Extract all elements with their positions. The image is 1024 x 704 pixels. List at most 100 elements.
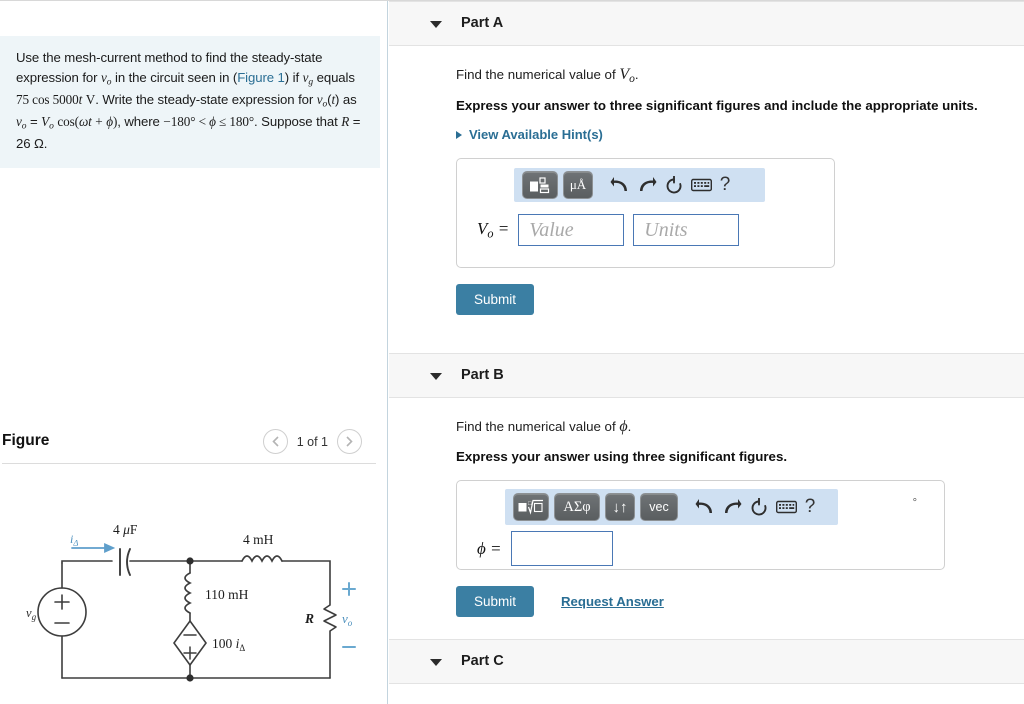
part-a-header[interactable]: Part A xyxy=(389,1,1024,46)
keyboard-button[interactable] xyxy=(690,177,712,193)
help-button[interactable]: ? xyxy=(802,496,818,518)
node-dot-top xyxy=(186,557,194,565)
undo-button[interactable] xyxy=(694,496,716,518)
help-button[interactable]: ? xyxy=(717,174,733,196)
degree-unit-label: ° xyxy=(912,497,917,510)
reset-button[interactable] xyxy=(663,174,685,196)
undo-icon xyxy=(695,499,712,514)
caret-down-icon xyxy=(430,373,442,381)
help-icon: ? xyxy=(719,174,731,196)
problem-statement-box: Use the mesh-current method to find the … xyxy=(0,36,380,169)
math-template-button[interactable]: □ xyxy=(513,493,549,522)
part-a-answer-label: Vo = xyxy=(477,219,510,241)
part-a-spacer xyxy=(456,315,1024,353)
part-a-hint-label: View Available Hint(s) xyxy=(469,127,603,143)
reset-button[interactable] xyxy=(748,496,770,518)
keyboard-icon xyxy=(775,501,797,514)
chevron-right-icon xyxy=(346,436,353,447)
label-vo: vo xyxy=(342,611,353,628)
part-a-units-placeholder: Units xyxy=(644,218,688,241)
part-b-submit-button[interactable]: Submit xyxy=(456,586,535,618)
chevron-left-icon xyxy=(272,436,279,447)
part-b-spacer xyxy=(456,617,1024,639)
figure-1-link[interactable]: Figure 1 xyxy=(237,70,285,85)
part-a-value-input[interactable]: Value xyxy=(518,214,625,247)
reset-icon xyxy=(751,497,767,516)
vector-icon: vec xyxy=(649,500,669,515)
redo-button[interactable] xyxy=(636,174,658,196)
part-a-question: Find the numerical value of Vo. xyxy=(456,66,639,86)
part-b-question-var: ϕ xyxy=(619,418,628,436)
part-b-body: Find the numerical value of ϕ. Express y… xyxy=(389,398,1024,639)
part-a-instruction: Express your answer to three significant… xyxy=(456,98,978,114)
part-a-question-prefix: Find the numerical value of xyxy=(456,67,620,82)
reset-icon xyxy=(666,175,682,194)
label-resistor: R xyxy=(304,611,314,626)
undo-button[interactable] xyxy=(609,174,631,196)
greek-icon: ΑΣφ xyxy=(563,498,591,515)
caret-down-icon xyxy=(430,659,442,667)
part-b-question-prefix: Find the numerical value of xyxy=(456,419,620,435)
arrows-button[interactable]: ↓↑ xyxy=(605,493,635,522)
figure-next-button[interactable] xyxy=(337,429,362,454)
part-a-submit-button[interactable]: Submit xyxy=(456,284,535,316)
figure-title: Figure xyxy=(2,432,50,449)
redo-icon xyxy=(640,177,657,192)
keyboard-button[interactable] xyxy=(775,499,797,515)
part-b-header[interactable]: Part B xyxy=(389,353,1024,399)
part-a-value-placeholder: Value xyxy=(529,218,574,241)
label-series-inductor: 4 mH xyxy=(243,532,274,547)
part-a-body: Find the numerical value of Vo. Express … xyxy=(389,46,1024,353)
part-a-label: Part A xyxy=(461,15,504,31)
label-dependent-source: 100 iΔ xyxy=(212,636,245,653)
circuit-diagram: vg iΔ 4 μF 4 mH 110 mH 100 iΔ R vo xyxy=(0,501,387,704)
caret-down-icon xyxy=(430,21,442,28)
part-b-request-answer-link[interactable]: Request Answer xyxy=(561,594,664,609)
part-c-header[interactable]: Part C xyxy=(389,639,1024,685)
part-b-actions: Submit Request Answer xyxy=(456,586,1024,618)
part-a-answer-row: Vo = Value Units xyxy=(477,214,740,247)
part-b-instruction: Express your answer using three signific… xyxy=(456,449,788,465)
part-b-question: Find the numerical value of ϕ. xyxy=(456,418,632,436)
part-b-phi-input[interactable] xyxy=(510,531,613,567)
part-b-answer-row: ϕ = xyxy=(477,531,613,567)
figure-counter: 1 of 1 xyxy=(296,434,328,449)
part-b-answer-label: ϕ = xyxy=(477,538,502,558)
radical-template-icon: □ xyxy=(518,500,543,515)
part-a-actions: Submit xyxy=(456,284,1024,316)
part-b-answer-box: □ ΑΣφ ↓↑ vec ? ϕ = ° xyxy=(456,480,945,571)
part-a-units-input[interactable]: Units xyxy=(633,214,740,247)
part-b-math-toolbar: □ ΑΣφ ↓↑ vec ? xyxy=(505,489,838,526)
label-vg: vg xyxy=(26,606,37,622)
problem-page: Use the mesh-current method to find the … xyxy=(0,0,1024,704)
up-down-arrows-icon: ↓↑ xyxy=(612,498,628,516)
figure-divider xyxy=(2,463,376,464)
template-icon xyxy=(530,177,550,193)
node-dot-bottom xyxy=(186,674,194,682)
part-b-label: Part B xyxy=(461,367,504,384)
part-a-answer-box: μÅ ? Vo = Value Units xyxy=(456,158,835,269)
figure-prev-button[interactable] xyxy=(262,429,288,454)
problem-text: Use the mesh-current method to find the … xyxy=(16,50,361,152)
right-panel: Part A Find the numerical value of Vo. E… xyxy=(389,1,1024,704)
units-icon: μÅ xyxy=(569,177,587,193)
figure-header: Figure 1 of 1 xyxy=(0,426,376,464)
part-a-math-toolbar: μÅ ? xyxy=(514,168,765,203)
redo-button[interactable] xyxy=(721,496,743,518)
keyboard-icon xyxy=(690,179,712,192)
part-a-question-sub: o xyxy=(629,73,635,86)
math-template-button[interactable] xyxy=(522,171,558,200)
greek-button[interactable]: ΑΣφ xyxy=(554,493,600,522)
part-a-question-var: V xyxy=(619,66,630,83)
undo-icon xyxy=(610,177,627,192)
part-a-hint-toggle[interactable]: View Available Hint(s) xyxy=(456,113,1024,142)
label-shunt-inductor: 110 mH xyxy=(205,587,249,602)
help-icon: ? xyxy=(804,496,816,518)
part-c-label: Part C xyxy=(461,653,504,670)
left-panel: Use the mesh-current method to find the … xyxy=(0,1,388,704)
vector-button[interactable]: vec xyxy=(640,493,678,522)
label-capacitor: 4 μF xyxy=(113,522,138,537)
label-i-delta: iΔ xyxy=(70,532,78,548)
figure-navigation: 1 of 1 xyxy=(262,429,362,454)
units-button[interactable]: μÅ xyxy=(563,171,593,200)
